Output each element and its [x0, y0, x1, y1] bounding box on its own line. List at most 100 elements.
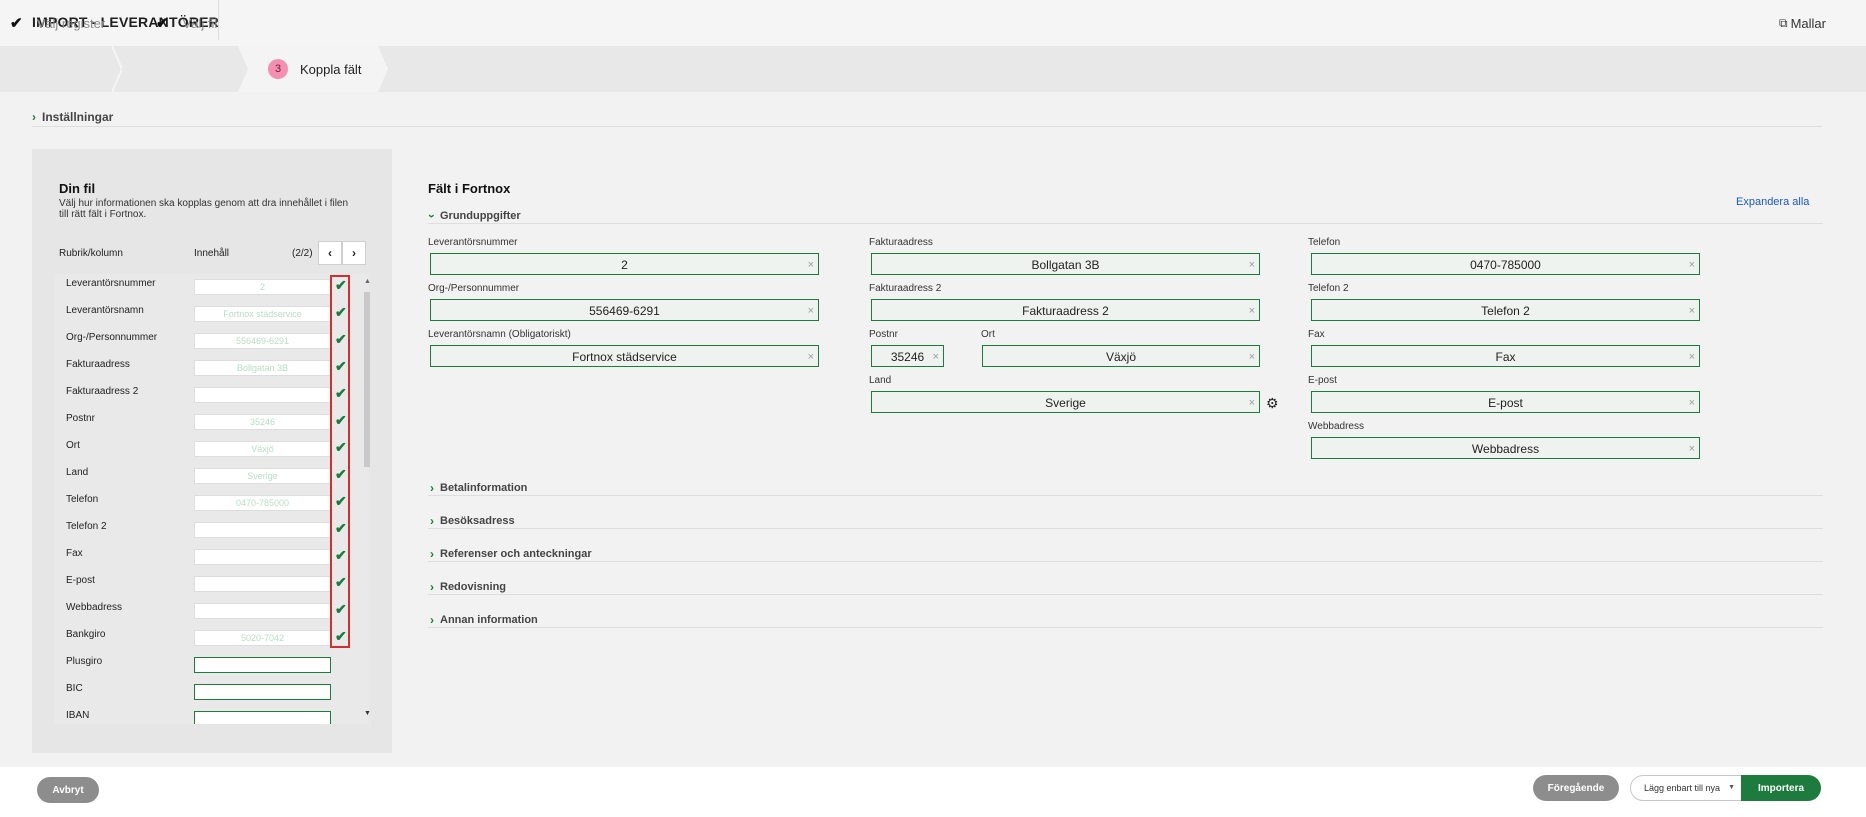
field-value: 0470-785000 — [1470, 258, 1541, 272]
import-mode-select[interactable]: Lägg enbart till nya ▼ — [1630, 775, 1742, 801]
column-value-chip[interactable]: 2 — [194, 279, 331, 295]
column-value-chip[interactable] — [194, 684, 331, 700]
clear-icon[interactable]: × — [1249, 346, 1255, 368]
list-item[interactable]: Telefon 2 ✔ — [54, 517, 347, 544]
column-value-chip[interactable]: Bollgatan 3B — [194, 360, 331, 376]
telefon2-field[interactable]: Telefon 2 × — [1311, 299, 1700, 321]
chevron-right-icon: › — [430, 613, 434, 627]
divider — [428, 495, 1823, 496]
settings-toggle[interactable]: › Inställningar — [32, 110, 113, 124]
clear-icon[interactable]: × — [1689, 346, 1695, 368]
land-field[interactable]: Sverige × — [871, 391, 1260, 413]
list-scrollbar[interactable]: ▲ ▼ — [362, 274, 374, 724]
scroll-up-icon[interactable]: ▲ — [364, 278, 371, 285]
list-item[interactable]: Fakturaadress Bollgatan 3B ✔ — [54, 355, 347, 382]
list-item[interactable]: Bankgiro 5020-7042 ✔ — [54, 625, 347, 652]
chevron-down-icon: ▼ — [1728, 784, 1735, 791]
list-item[interactable]: Webbadress ✔ — [54, 598, 347, 625]
step-valj-fil[interactable]: ✔ Välj fil — [156, 0, 217, 46]
fakturaadress2-field[interactable]: Fakturaadress 2 × — [871, 299, 1260, 321]
column-label: E-post — [66, 575, 95, 586]
column-value-chip[interactable] — [194, 657, 331, 673]
field-value: E-post — [1488, 396, 1523, 410]
column-value-chip[interactable] — [194, 387, 331, 403]
column-value-chip[interactable] — [194, 522, 331, 538]
column-value-chip[interactable]: Växjö — [194, 441, 331, 457]
section-grunduppgifter[interactable]: › Grunduppgifter — [425, 209, 521, 223]
field-label: Fakturaadress 2 — [869, 283, 942, 294]
top-bar: IMPORT - LEVERANTÖRER ⧉ Mallar — [0, 0, 1866, 46]
ort-field[interactable]: Växjö × — [982, 345, 1260, 367]
clear-icon[interactable]: × — [1249, 392, 1255, 414]
next-page-button[interactable]: › — [342, 241, 366, 265]
divider — [428, 594, 1823, 595]
column-value-chip[interactable] — [194, 603, 331, 619]
column-value-chip[interactable]: Sverige — [194, 468, 331, 484]
list-item[interactable]: Leverantörsnummer 2 ✔ — [54, 274, 347, 301]
list-item[interactable]: Land Sverige ✔ — [54, 463, 347, 490]
expand-all-link[interactable]: Expandera alla — [1736, 196, 1809, 208]
source-columns-list[interactable]: Leverantörsnummer 2 ✔ Leverantörsnamn Fortno… — [54, 274, 369, 724]
column-value-chip[interactable]: Fortnox städservice — [194, 306, 331, 322]
clear-icon[interactable]: × — [1689, 300, 1695, 322]
previous-button[interactable]: Föregående — [1533, 775, 1619, 801]
clear-icon[interactable]: × — [808, 300, 814, 322]
postnr-field[interactable]: 35246 × — [871, 345, 944, 367]
scroll-down-icon[interactable]: ▼ — [364, 710, 371, 717]
list-item[interactable]: Leverantörsnamn Fortnox städservice ✔ — [54, 301, 347, 328]
collapsed-section[interactable]: › Redovisning — [430, 580, 506, 594]
step-valj-register[interactable]: ✔ Välj register — [10, 0, 105, 46]
column-value-chip[interactable] — [194, 576, 331, 592]
clear-icon[interactable]: × — [1689, 438, 1695, 460]
step-koppla-falt[interactable]: 3 Koppla fält — [268, 46, 361, 92]
list-item[interactable]: Ort Växjö ✔ — [54, 436, 347, 463]
highlight-box — [330, 275, 350, 648]
section-label: Annan information — [440, 614, 538, 626]
orgnr-field[interactable]: 556469-6291 × — [430, 299, 819, 321]
clear-icon[interactable]: × — [1689, 392, 1695, 414]
step-label: Välj fil — [182, 15, 218, 31]
scroll-thumb[interactable] — [364, 292, 370, 467]
clear-icon[interactable]: × — [1249, 254, 1255, 276]
mallar-button[interactable]: ⧉ Mallar — [1779, 16, 1826, 31]
list-item[interactable]: Fakturaadress 2 ✔ — [54, 382, 347, 409]
clear-icon[interactable]: × — [808, 346, 814, 368]
collapsed-section[interactable]: › Besöksadress — [430, 514, 515, 528]
clear-icon[interactable]: × — [1689, 254, 1695, 276]
fakturaadress-field[interactable]: Bollgatan 3B × — [871, 253, 1260, 275]
gear-icon[interactable]: ⚙ — [1266, 395, 1279, 412]
column-value-chip[interactable]: 5020-7042 — [194, 630, 331, 646]
telefon-field[interactable]: 0470-785000 × — [1311, 253, 1700, 275]
column-value-chip[interactable]: 35246 — [194, 414, 331, 430]
import-mode-value: Lägg enbart till nya — [1644, 783, 1721, 793]
column-label: Fax — [66, 548, 83, 559]
list-item[interactable]: Telefon 0470-785000 ✔ — [54, 490, 347, 517]
column-value-chip[interactable] — [194, 549, 331, 565]
list-item[interactable]: Postnr 35246 ✔ — [54, 409, 347, 436]
webbadress-field[interactable]: Webbadress × — [1311, 437, 1700, 459]
list-item[interactable]: E-post ✔ — [54, 571, 347, 598]
leverantorsnamn-field[interactable]: Fortnox städservice × — [430, 345, 819, 367]
collapsed-section[interactable]: › Referenser och anteckningar — [430, 547, 592, 561]
collapsed-section[interactable]: › Annan information — [430, 613, 538, 627]
list-item[interactable]: Fax ✔ — [54, 544, 347, 571]
list-item[interactable]: IBAN — [54, 706, 344, 724]
column-value-chip[interactable] — [194, 711, 331, 724]
clear-icon[interactable]: × — [1249, 300, 1255, 322]
list-item[interactable]: BIC — [54, 679, 344, 706]
epost-field[interactable]: E-post × — [1311, 391, 1700, 413]
list-item[interactable]: Plusgiro — [54, 652, 344, 679]
column-header-rubrik: Rubrik/kolumn — [59, 248, 123, 259]
cancel-button[interactable]: Avbryt — [37, 777, 99, 803]
column-header-innehall: Innehåll — [194, 248, 230, 259]
collapsed-section[interactable]: › Betalinformation — [430, 481, 527, 495]
clear-icon[interactable]: × — [933, 346, 939, 368]
clear-icon[interactable]: × — [808, 254, 814, 276]
column-value-chip[interactable]: 0470-785000 — [194, 495, 331, 511]
prev-page-button[interactable]: ‹ — [318, 241, 342, 265]
list-item[interactable]: Org-/Personnummer 556469-6291 ✔ — [54, 328, 347, 355]
column-value-chip[interactable]: 556469-6291 — [194, 333, 331, 349]
fax-field[interactable]: Fax × — [1311, 345, 1700, 367]
import-button[interactable]: Importera — [1741, 775, 1821, 801]
leverantorsnummer-field[interactable]: 2 × — [430, 253, 819, 275]
